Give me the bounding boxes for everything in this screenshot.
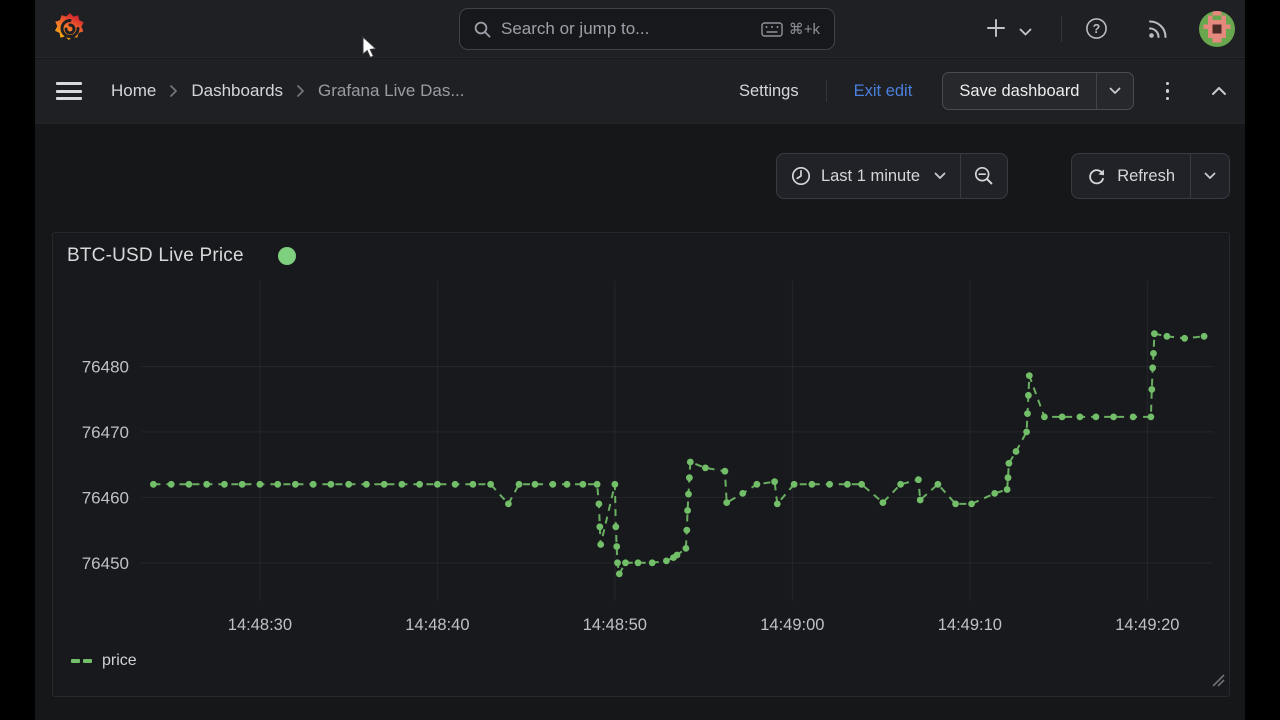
top-nav-bar: Search or jump to... ⌘+k: [35, 0, 1245, 58]
toolbar-actions: Settings Exit edit Save dashboard: [739, 72, 1245, 110]
time-range-picker-button[interactable]: Last 1 minute: [777, 154, 960, 198]
svg-text:76450: 76450: [82, 554, 129, 573]
time-range-label: Last 1 minute: [821, 167, 920, 186]
chevron-down-icon: [1109, 87, 1121, 95]
btc-usd-panel[interactable]: BTC-USD Live Price 764507646076470764801…: [52, 232, 1230, 697]
save-dashboard-button[interactable]: Save dashboard: [942, 72, 1133, 110]
breadcrumb: Home Dashboards Grafana Live Das...: [111, 81, 465, 101]
add-new-dropdown-toggle[interactable]: [1019, 24, 1032, 42]
top-nav-right-actions: ?: [35, 0, 1245, 58]
refresh-button[interactable]: Refresh: [1072, 154, 1190, 198]
chevron-right-icon: [296, 84, 305, 98]
svg-text:14:49:10: 14:49:10: [938, 616, 1002, 634]
legend-series-marker: [71, 659, 80, 663]
plus-icon: [985, 17, 1007, 39]
svg-text:?: ?: [1093, 22, 1101, 36]
user-avatar[interactable]: [1199, 11, 1235, 47]
svg-text:14:49:00: 14:49:00: [760, 616, 824, 634]
price-chart[interactable]: 76450 76460 76470 76480 14:48:30 14:48:40 14:4…: [53, 233, 1231, 698]
dashboard-toolbar: Home Dashboards Grafana Live Das... Sett…: [35, 59, 1245, 124]
settings-button[interactable]: Settings: [739, 82, 799, 101]
exit-edit-button[interactable]: Exit edit: [854, 82, 913, 101]
help-button[interactable]: ?: [1085, 17, 1108, 45]
screenshot-frame: Search or jump to... ⌘+k: [0, 0, 1280, 720]
panel-menu-kebab-button[interactable]: [1160, 78, 1176, 105]
chevron-up-icon: [1211, 86, 1227, 96]
svg-text:76480: 76480: [82, 357, 129, 376]
refresh-icon: [1087, 167, 1106, 186]
add-new-button[interactable]: [985, 17, 1007, 44]
chevron-down-icon: [1019, 28, 1032, 37]
toolbar-divider: [826, 80, 827, 102]
collapse-controls-button[interactable]: [1211, 86, 1227, 96]
svg-text:14:49:20: 14:49:20: [1115, 616, 1179, 634]
clock-icon: [791, 166, 811, 186]
news-button[interactable]: [1147, 17, 1170, 45]
help-icon: ?: [1085, 17, 1108, 40]
chevron-right-icon: [169, 84, 178, 98]
grafana-app: Search or jump to... ⌘+k: [35, 0, 1245, 720]
legend-item-price[interactable]: price: [71, 652, 137, 670]
refresh-interval-dropdown-toggle[interactable]: [1191, 154, 1229, 198]
chevron-down-icon: [1204, 172, 1216, 180]
refresh-label: Refresh: [1117, 167, 1175, 186]
breadcrumb-home[interactable]: Home: [111, 81, 156, 101]
panel-resize-handle[interactable]: [1209, 671, 1225, 692]
chevron-down-icon: [934, 172, 946, 180]
save-dashboard-label: Save dashboard: [943, 82, 1095, 101]
breadcrumb-current: Grafana Live Das...: [318, 81, 464, 101]
svg-text:76460: 76460: [82, 488, 129, 507]
svg-text:14:48:40: 14:48:40: [405, 616, 469, 634]
save-dashboard-dropdown-toggle[interactable]: [1097, 87, 1133, 95]
svg-text:76470: 76470: [82, 423, 129, 442]
svg-text:14:48:30: 14:48:30: [228, 616, 292, 634]
dashboard-controls-row: Last 1 minute: [35, 125, 1245, 200]
rss-icon: [1147, 17, 1170, 40]
legend-series-label: price: [102, 652, 137, 670]
zoom-out-icon: [974, 166, 994, 186]
time-range-control: Last 1 minute: [776, 153, 1008, 199]
refresh-control: Refresh: [1071, 153, 1230, 199]
topnav-divider: [1061, 16, 1062, 42]
menu-toggle-button[interactable]: [56, 78, 82, 105]
breadcrumb-dashboards[interactable]: Dashboards: [191, 81, 283, 101]
zoom-out-time-button[interactable]: [961, 154, 1007, 198]
svg-text:14:48:50: 14:48:50: [583, 616, 647, 634]
